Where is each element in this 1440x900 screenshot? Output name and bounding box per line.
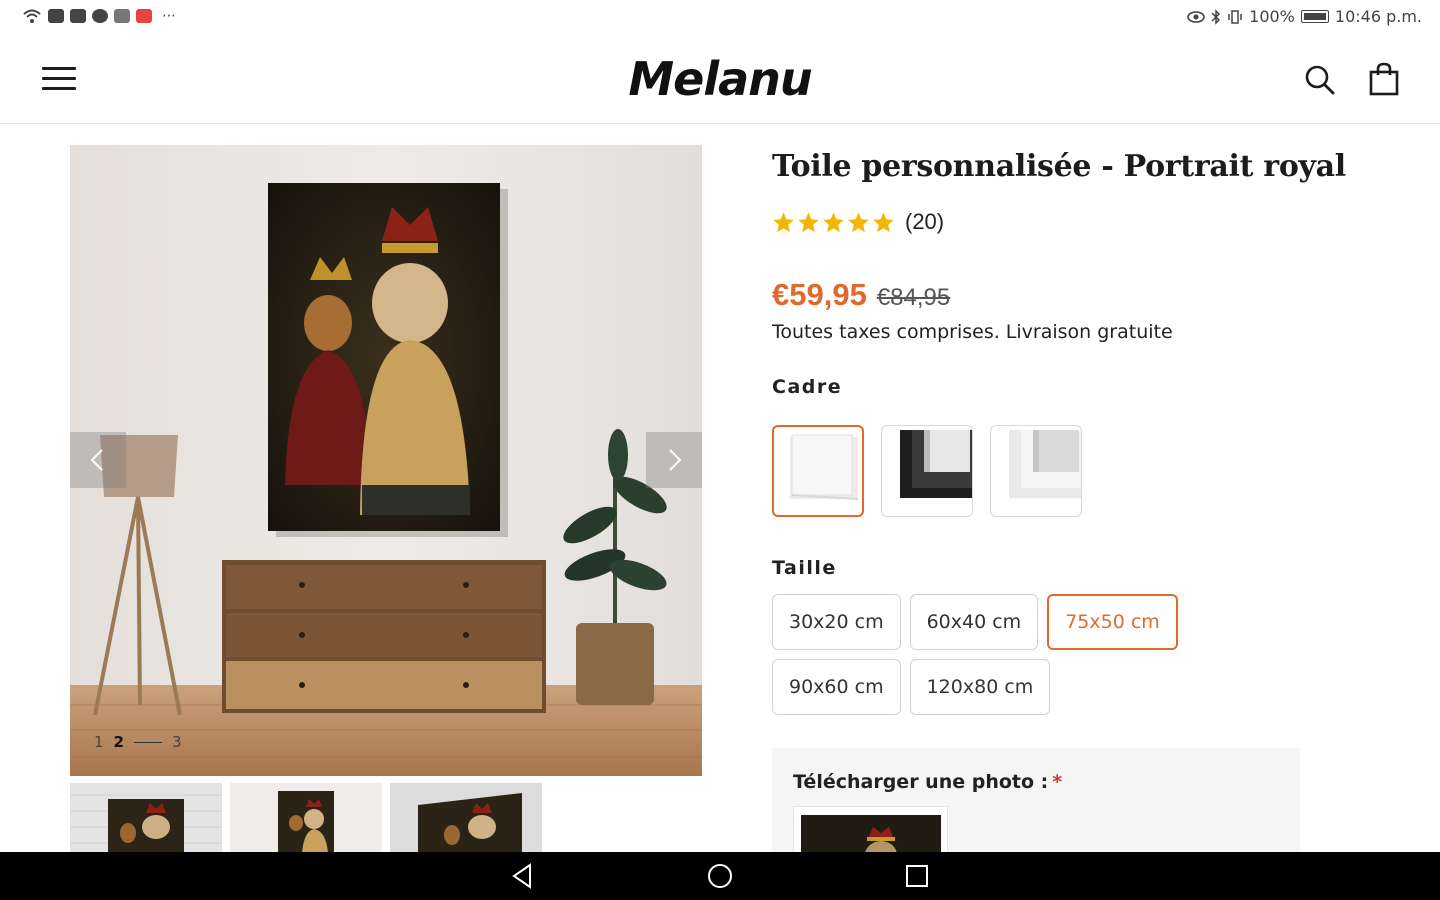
- system-navigation-bar: [0, 852, 1440, 900]
- photo-upload-label-text: Télécharger une photo :: [793, 771, 1049, 793]
- chevron-left-icon: [90, 449, 103, 471]
- star-icon: [848, 211, 869, 232]
- home-icon[interactable]: [707, 863, 733, 889]
- size-option-60x40[interactable]: 60x40 cm: [909, 594, 1039, 650]
- site-logo[interactable]: Melanu: [0, 52, 1440, 106]
- pager-item-2[interactable]: 2: [114, 733, 124, 751]
- product-gallery[interactable]: 1 2 3: [70, 145, 702, 776]
- thumbnail-2[interactable]: [230, 783, 382, 853]
- product-price: €59,95 €84,95: [772, 277, 950, 313]
- product-title: Toile personnalisée - Portrait royal: [772, 149, 1346, 184]
- gallery-prev-button[interactable]: [70, 432, 126, 488]
- price-current: €59,95: [772, 277, 867, 312]
- pager-item-3[interactable]: 3: [172, 733, 182, 751]
- status-bar: ⋯ 100% 10:46 p.m.: [0, 0, 1440, 34]
- photo-upload-label: Télécharger une photo : *: [793, 771, 1062, 793]
- clock: 10:46 p.m.: [1334, 7, 1422, 26]
- pager-active-line: [133, 741, 162, 743]
- size-options: 30x20 cm 60x40 cm 75x50 cm 90x60 cm 120x…: [772, 594, 1192, 715]
- shopping-bag-icon[interactable]: [1368, 62, 1400, 96]
- gallery-thumbnails: [70, 783, 542, 853]
- star-icon: [773, 211, 794, 232]
- status-bar-notifications: ⋯: [22, 8, 176, 24]
- battery-icon: [1300, 10, 1329, 23]
- status-bar-system: 100% 10:46 p.m.: [1187, 7, 1422, 26]
- size-option-90x60[interactable]: 90x60 cm: [772, 659, 901, 715]
- youtube-icon: [48, 9, 64, 23]
- gallery-next-button[interactable]: [646, 432, 702, 488]
- gallery-pager: 1 2 3: [94, 733, 182, 751]
- wifi-icon: [23, 9, 41, 23]
- shopping-icon: [136, 9, 152, 23]
- pinterest-icon: [92, 9, 108, 23]
- price-original: €84,95: [876, 284, 951, 311]
- frame-option-white[interactable]: [990, 425, 1082, 517]
- size-option-120x80[interactable]: 120x80 cm: [909, 659, 1051, 715]
- pager-item-1[interactable]: 1: [94, 733, 104, 751]
- news-icon: [70, 9, 86, 23]
- star-icon: [798, 211, 819, 232]
- rating-count[interactable]: (20): [905, 209, 944, 235]
- star-icon: [873, 211, 894, 232]
- frame-option-black[interactable]: [881, 425, 973, 517]
- search-icon[interactable]: [1304, 64, 1336, 96]
- temu-icon: [114, 9, 130, 23]
- chevron-right-icon: [669, 449, 682, 471]
- size-option-label: Taille: [772, 557, 837, 579]
- size-option-30x20[interactable]: 30x20 cm: [772, 594, 901, 650]
- more-icon: ⋯: [162, 8, 176, 24]
- back-icon[interactable]: [510, 863, 536, 889]
- product-image: [70, 145, 702, 776]
- frame-option-none[interactable]: [772, 425, 864, 517]
- size-option-75x50[interactable]: 75x50 cm: [1047, 594, 1178, 650]
- taxes-note: Toutes taxes comprises. Livraison gratui…: [772, 321, 1173, 343]
- site-header: Melanu: [0, 34, 1440, 124]
- vibrate-icon: [1228, 9, 1242, 24]
- star-icon: [823, 211, 844, 232]
- product-rating[interactable]: (20): [772, 209, 944, 235]
- thumbnail-1[interactable]: [70, 783, 222, 853]
- product-info: Toile personnalisée - Portrait royal (20…: [772, 145, 1346, 900]
- frame-options: [772, 425, 1082, 517]
- bluetooth-icon: [1211, 8, 1221, 25]
- eye-comfort-icon: [1187, 10, 1205, 23]
- recents-icon[interactable]: [904, 863, 930, 889]
- thumbnail-3[interactable]: [390, 783, 542, 853]
- battery-percent: 100%: [1249, 7, 1295, 26]
- required-marker: *: [1052, 771, 1063, 793]
- frame-option-label: Cadre: [772, 376, 843, 398]
